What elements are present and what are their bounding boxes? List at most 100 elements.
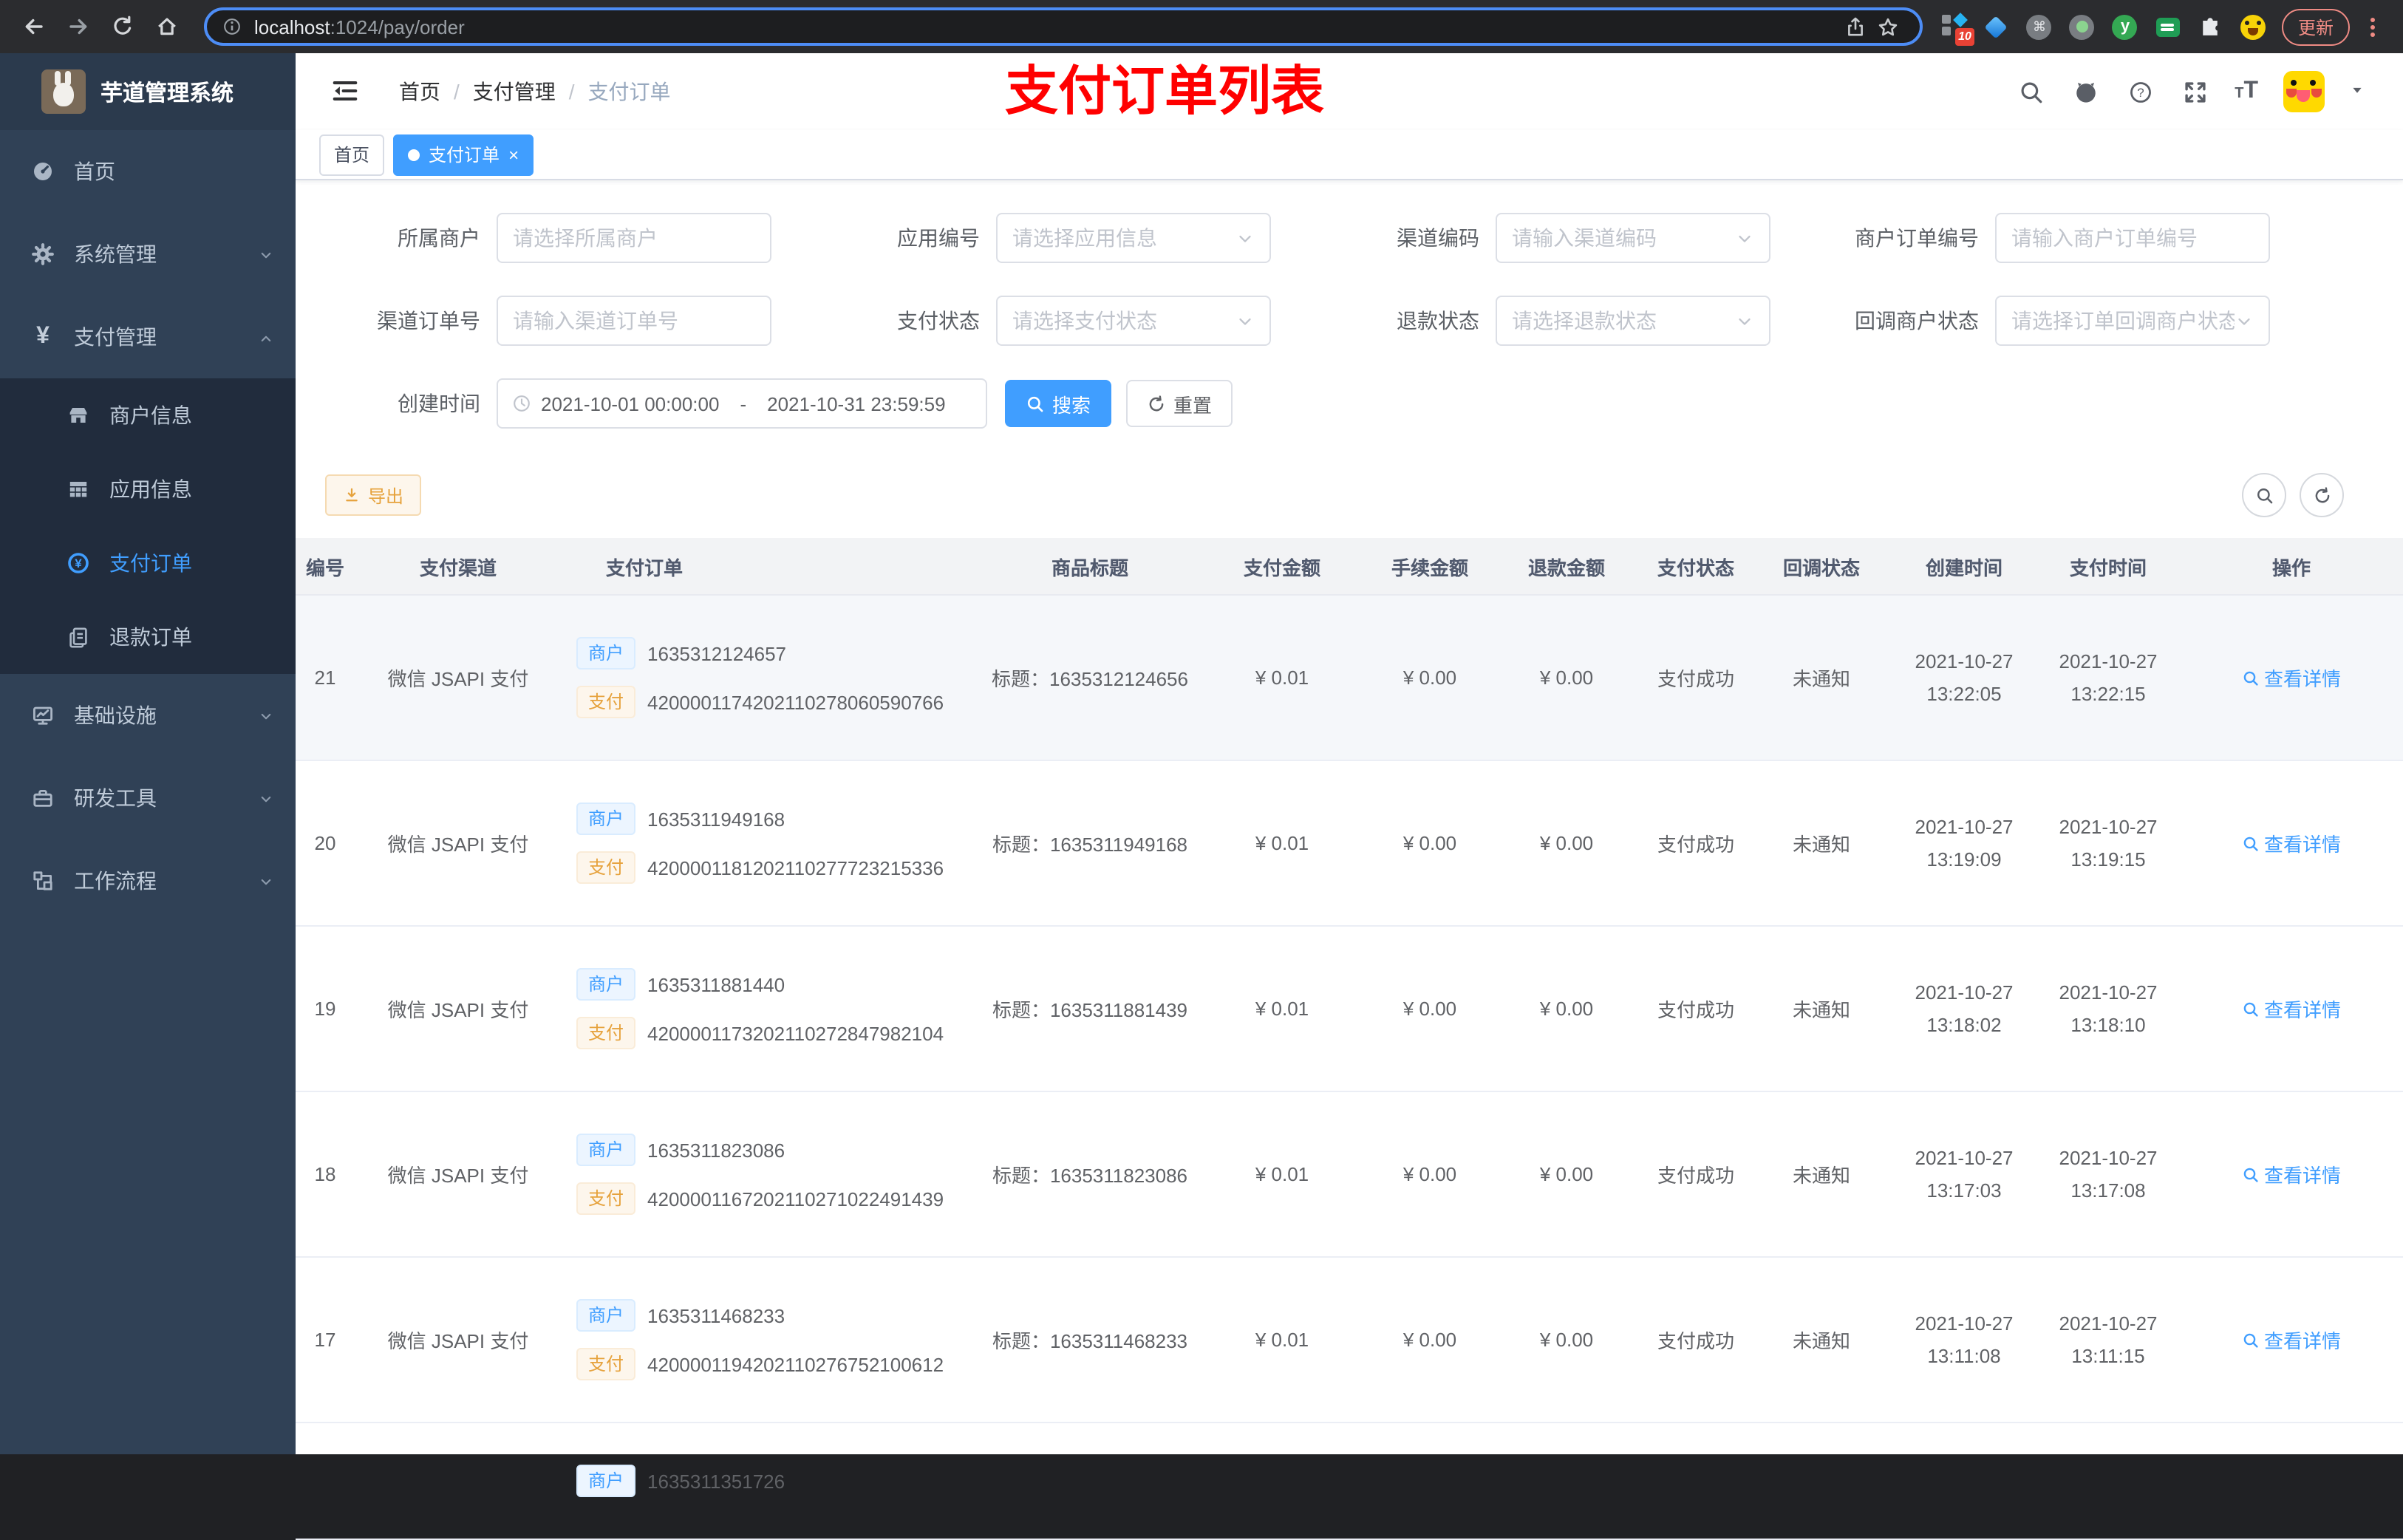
browser-update-button[interactable]: 更新 [2281,8,2350,45]
breadcrumb-item[interactable]: 支付管理 [473,77,556,106]
chevron-down-icon [1235,311,1255,330]
view-detail-link[interactable]: 查看详情 [2242,664,2341,692]
view-detail-link[interactable]: 查看详情 [2242,1326,2341,1354]
chevron-down-icon [1735,228,1754,248]
search-icon[interactable] [2016,77,2045,106]
browser-menu-icon[interactable] [2362,17,2382,36]
avatar-caret-icon[interactable] [2350,78,2365,105]
merchant-tag: 商户 [576,803,636,835]
help-icon[interactable]: ? [2125,77,2155,106]
collapse-sidebar-icon[interactable] [331,77,361,106]
chevron-down-icon [1735,311,1754,330]
back-icon[interactable] [15,7,53,46]
sidebar-item-工作流程[interactable]: 工作流程 [0,839,296,922]
merchant-order-no: 1635311881440 [647,973,785,995]
page-title: 支付订单列表 [1005,61,1325,121]
app-logo[interactable]: 芋道管理系统 [0,53,296,130]
placeholder-text: 请输入渠道编码 [1512,226,1657,250]
filter-select[interactable]: 请选择订单回调商户状态 [1995,296,2270,346]
monitor-icon [30,702,56,729]
filter-field-商户订单编号: 商户订单编号 请输入商户订单编号 [1824,213,2270,263]
filter-input[interactable]: 请输入渠道订单号 [497,296,771,346]
pay-order-no: 4200001174202110278060590766 [647,691,944,713]
breadcrumb-separator: / [568,80,575,103]
toggle-search-icon[interactable] [2242,473,2286,517]
sidebar-item-应用信息[interactable]: 应用信息 [0,452,296,526]
extensions-puzzle-icon[interactable] [2198,13,2224,40]
placeholder-text: 请输入商户订单编号 [2011,226,2198,250]
filter-select[interactable]: 请选择支付状态 [996,296,1271,346]
breadcrumb-item[interactable]: 首页 [399,77,440,106]
tab-首页[interactable]: 首页 [319,134,385,175]
reset-button[interactable]: 重置 [1126,380,1233,427]
pay-tag: 支付 [576,686,636,718]
chevron-down-icon [257,706,275,724]
recorder-extension-icon[interactable] [2069,13,2096,40]
sidebar-item-研发工具[interactable]: 研发工具 [0,757,296,839]
column-header-创建时间: 创建时间 [1892,538,2036,596]
font-size-icon[interactable]: TT [2235,79,2258,103]
pay-order-no: 4200001194202110276752100612 [647,1353,944,1375]
home-icon[interactable] [148,7,186,46]
sidebar-item-基础设施[interactable]: 基础设施 [0,674,296,757]
sidebar-item-支付订单[interactable]: ¥ 支付订单 [0,526,296,600]
filter-select[interactable]: 请选择应用信息 [996,213,1271,263]
user-avatar[interactable] [2283,71,2325,112]
url-bar[interactable]: localhost:1024/pay/order [204,7,1923,46]
chat-extension-icon[interactable] [2155,13,2181,40]
filter-input[interactable]: 请输入商户订单编号 [1995,213,2270,263]
shop-icon [65,402,92,429]
browser-chrome: localhost:1024/pay/order 10 ⌘ y 更新 [0,0,2403,53]
merchant-order-no: 1635312124657 [647,642,787,664]
filter-field-渠道订单号: 渠道订单号 请输入渠道订单号 [325,296,771,346]
profile-avatar-icon[interactable] [2240,13,2267,40]
filter-select[interactable]: 请选择退款状态 [1496,296,1770,346]
vue-devtools-icon[interactable]: y [2112,13,2138,40]
reload-icon[interactable] [103,7,142,46]
close-tab-icon[interactable]: × [508,146,519,163]
sidebar-item-支付管理[interactable]: ¥ 支付管理 [0,296,296,378]
table-row: 商户 1635311351726 [296,1423,2403,1540]
merchant-order-no: 1635311823086 [647,1139,785,1161]
refresh-table-icon[interactable] [2300,473,2344,517]
pin-extension-icon[interactable] [1983,13,2010,40]
orders-table: 编号 支付渠道 支付订单 商品标题 支付金额 手续金额 退款金额 支付状态 回调状态 创建时间 支付… [296,538,2403,1540]
filter-input[interactable]: 请选择所属商户 [497,213,771,263]
merchant-tag: 商户 [576,1465,636,1497]
forward-icon[interactable] [59,7,98,46]
search-button[interactable]: 搜索 [1005,380,1112,427]
github-icon[interactable] [2070,77,2100,106]
date-start: 2021-10-01 00:00:00 [541,392,720,415]
filter-label: 支付状态 [897,309,980,333]
breadcrumb-item: 支付订单 [587,80,671,103]
placeholder-text: 请选择所属商户 [513,226,658,250]
command-extension-icon[interactable]: ⌘ [2026,13,2053,40]
workflow-icon [30,868,56,894]
sidebar-item-退款订单[interactable]: 退款订单 [0,600,296,674]
table-row: 17 微信 JSAPI 支付 商户 1635311468233 支付 4200001194… [296,1257,2403,1423]
share-icon[interactable] [1840,10,1872,43]
date-range-input[interactable]: 2021-10-01 00:00:00 - 2021-10-31 23:59:5… [497,378,987,429]
fullscreen-icon[interactable] [2180,77,2209,106]
placeholder-text: 请输入渠道订单号 [513,309,678,333]
tab-groups-extension-icon[interactable]: 10 [1940,13,1974,46]
grid-icon [65,476,92,502]
sidebar-item-系统管理[interactable]: 系统管理 [0,213,296,296]
site-info-icon[interactable] [222,16,242,37]
export-button[interactable]: 导出 [325,474,422,516]
filter-select[interactable]: 请输入渠道编码 [1496,213,1770,263]
placeholder-text: 请选择支付状态 [1012,309,1157,333]
table-row: 18 微信 JSAPI 支付 商户 1635311823086 支付 4200001167… [296,1091,2403,1258]
bookmark-star-icon[interactable] [1872,10,1905,43]
filter-label: 创建时间 [398,392,480,415]
table-row: 19 微信 JSAPI 支付 商户 1635311881440 支付 4200001173… [296,926,2403,1092]
filter-field-所属商户: 所属商户 请选择所属商户 [325,213,771,263]
table-header-row: 编号 支付渠道 支付订单 商品标题 支付金额 手续金额 退款金额 支付状态 回调状态 创建时间 支付… [296,538,2403,596]
sidebar-item-商户信息[interactable]: 商户信息 [0,378,296,452]
table-row: 20 微信 JSAPI 支付 商户 1635311949168 支付 4200001181… [296,760,2403,927]
view-detail-link[interactable]: 查看详情 [2242,995,2341,1023]
view-detail-link[interactable]: 查看详情 [2242,829,2341,857]
tab-支付订单[interactable]: 支付订单 × [393,134,534,175]
view-detail-link[interactable]: 查看详情 [2242,1160,2341,1188]
sidebar-item-首页[interactable]: 首页 [0,130,296,213]
